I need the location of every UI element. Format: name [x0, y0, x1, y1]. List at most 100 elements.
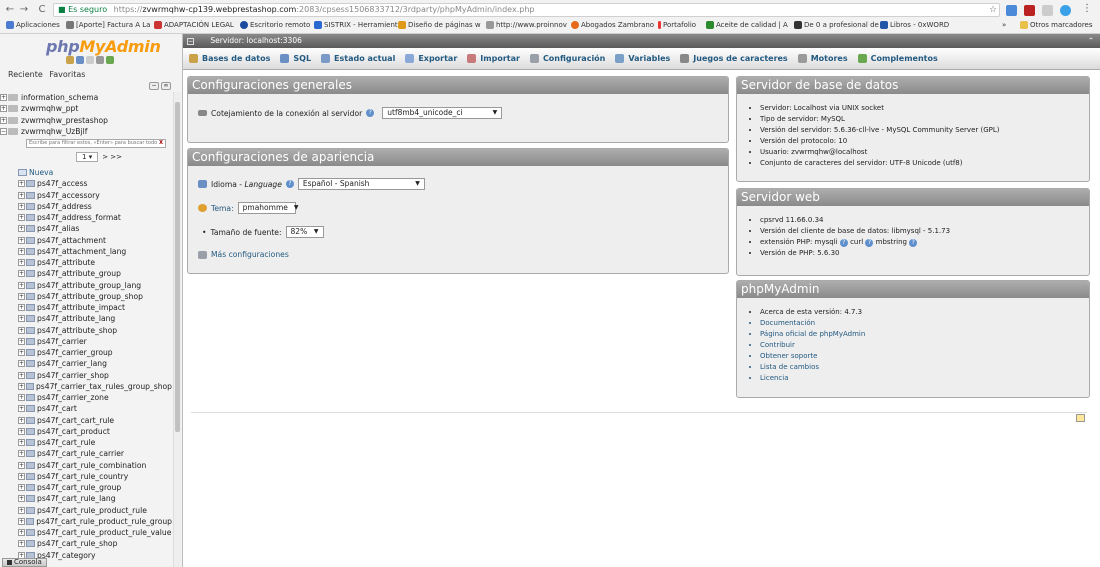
- expand-icon[interactable]: +: [0, 105, 7, 113]
- tab-recent[interactable]: Reciente: [8, 70, 43, 79]
- tab-exportar[interactable]: Exportar: [405, 54, 457, 63]
- star-icon[interactable]: ☆: [989, 5, 997, 15]
- tree-table[interactable]: + ps47f_cart_rule_shop: [0, 538, 172, 549]
- table-icon[interactable]: [26, 439, 35, 447]
- tree-table[interactable]: + ps47f_cart_rule_product_rule_group: [0, 516, 172, 527]
- bookmark[interactable]: Libros - 0xWORD: [880, 21, 949, 29]
- bookmark[interactable]: Diseño de páginas w: [398, 21, 481, 29]
- tree-table[interactable]: + ps47f_cart_rule_group: [0, 482, 172, 493]
- theme-select[interactable]: pmahomme ▼: [237, 202, 299, 214]
- table-icon[interactable]: [26, 180, 35, 188]
- table-icon[interactable]: [26, 315, 35, 323]
- expand-icon[interactable]: +: [18, 371, 25, 379]
- reload-nav-icon[interactable]: [106, 56, 114, 64]
- table-icon[interactable]: [26, 225, 35, 233]
- tab-juegos-de-caracteres[interactable]: Juegos de caracteres: [680, 54, 788, 63]
- tab-estado-actual[interactable]: Estado actual: [321, 54, 395, 63]
- table-icon[interactable]: [26, 259, 35, 267]
- table-icon[interactable]: [26, 270, 35, 278]
- extension-icon[interactable]: [1006, 5, 1017, 16]
- logout-icon[interactable]: [76, 56, 84, 64]
- tree-db[interactable]: + zvwrmqhw_prestashop: [0, 115, 172, 126]
- table-icon[interactable]: [26, 405, 35, 413]
- expand-icon[interactable]: +: [18, 326, 25, 334]
- expand-icon[interactable]: +: [18, 495, 25, 503]
- table-icon[interactable]: [26, 214, 35, 222]
- tree-table[interactable]: + ps47f_cart_rule: [0, 437, 172, 448]
- tree-table[interactable]: + ps47f_access: [0, 178, 172, 189]
- expand-icon[interactable]: +: [18, 506, 25, 514]
- contribute-link[interactable]: Contribuir: [760, 340, 865, 351]
- bookmark[interactable]: Aceite de calidad | A: [706, 21, 788, 29]
- tab-motores[interactable]: Motores: [797, 54, 848, 63]
- tree-table[interactable]: + ps47f_attachment: [0, 235, 172, 246]
- table-icon[interactable]: [26, 292, 35, 300]
- expand-icon[interactable]: +: [18, 461, 25, 469]
- bookmark[interactable]: http://www.proinnov: [486, 21, 567, 29]
- expand-icon[interactable]: +: [18, 405, 25, 413]
- help-icon[interactable]: ?: [865, 239, 874, 247]
- bookmark[interactable]: Portafolio: [658, 21, 696, 29]
- tree-table[interactable]: + ps47f_attribute_group_shop: [0, 291, 172, 302]
- tab-complementos[interactable]: Complementos: [857, 54, 938, 63]
- pdf-extension-icon[interactable]: [1024, 5, 1035, 16]
- expand-icon[interactable]: +: [18, 472, 25, 480]
- expand-icon[interactable]: +: [18, 191, 25, 199]
- table-icon[interactable]: [26, 517, 35, 525]
- expand-icon[interactable]: +: [18, 180, 25, 188]
- table-icon[interactable]: [26, 281, 35, 289]
- tab-configuraci-n[interactable]: Configuración: [529, 54, 605, 63]
- help-icon[interactable]: ?: [909, 239, 918, 247]
- table-icon[interactable]: [26, 540, 35, 548]
- tree-table[interactable]: + ps47f_carrier_zone: [0, 392, 172, 403]
- tree-table[interactable]: + ps47f_cart_cart_rule: [0, 415, 172, 426]
- tab-variables[interactable]: Variables: [615, 54, 670, 63]
- bookmark[interactable]: SISTRIX - Herramient: [314, 21, 398, 29]
- expand-icon[interactable]: +: [18, 259, 25, 267]
- tree-table[interactable]: + ps47f_alias: [0, 223, 172, 234]
- tree-table[interactable]: + ps47f_accessory: [0, 190, 172, 201]
- address-bar[interactable]: ■ Es seguro https://zvwrmqhw-cp139.webpr…: [53, 3, 1000, 17]
- table-icon[interactable]: [26, 461, 35, 469]
- tree-table[interactable]: + ps47f_carrier_group: [0, 347, 172, 358]
- bookmark[interactable]: ADAPTACIÓN LEGAL: [154, 21, 234, 29]
- expand-icon[interactable]: +: [18, 202, 25, 210]
- tree-new-table[interactable]: Nueva: [0, 167, 172, 178]
- tab-favorites[interactable]: Favoritas: [49, 70, 85, 79]
- expand-icon[interactable]: +: [18, 517, 25, 525]
- maximize-icon[interactable]: ⌃: [1088, 34, 1094, 48]
- table-filter-input[interactable]: Escribe para filtrar estos, «Enter» para…: [26, 139, 166, 148]
- bookmark[interactable]: [Aporte] Factura A La: [66, 21, 150, 29]
- language-select[interactable]: Español - Spanish ▼: [297, 178, 425, 190]
- tree-table[interactable]: + ps47f_carrier: [0, 336, 172, 347]
- table-icon[interactable]: [26, 326, 35, 334]
- table-icon[interactable]: [26, 371, 35, 379]
- table-icon[interactable]: [26, 495, 35, 503]
- bookmark[interactable]: Aplicaciones: [6, 21, 60, 29]
- clear-filter-button[interactable]: X: [159, 140, 165, 147]
- nav-scrollbar[interactable]: [173, 92, 181, 567]
- collapse-all-icon[interactable]: −: [149, 82, 159, 90]
- expand-icon[interactable]: +: [18, 439, 25, 447]
- notification-icon[interactable]: [1076, 414, 1085, 422]
- changelog-link[interactable]: Lista de cambios: [760, 362, 865, 373]
- tree-table[interactable]: + ps47f_attribute: [0, 257, 172, 268]
- tree-table[interactable]: + ps47f_address_format: [0, 212, 172, 223]
- tab-bases-de-datos[interactable]: Bases de datos: [189, 54, 270, 63]
- docs-icon[interactable]: [86, 56, 94, 64]
- expand-icon[interactable]: +: [18, 214, 25, 222]
- menu-kebab-icon[interactable]: ⋮: [1082, 3, 1092, 14]
- expand-icon[interactable]: +: [18, 540, 25, 548]
- collation-select[interactable]: utf8mb4_unicode_ci ▼: [382, 107, 503, 119]
- table-icon[interactable]: [26, 506, 35, 514]
- expand-icon[interactable]: +: [18, 349, 25, 357]
- table-icon[interactable]: [26, 304, 35, 312]
- tree-table[interactable]: + ps47f_attribute_group_lang: [0, 280, 172, 291]
- expand-icon[interactable]: +: [18, 450, 25, 458]
- tree-table[interactable]: + ps47f_attribute_shop: [0, 325, 172, 336]
- expand-icon[interactable]: +: [18, 270, 25, 278]
- tab-importar[interactable]: Importar: [467, 54, 520, 63]
- link-with-main-icon[interactable]: ∞: [161, 82, 171, 90]
- expand-icon[interactable]: +: [18, 382, 25, 390]
- more-settings-link[interactable]: Más configuraciones: [211, 250, 289, 259]
